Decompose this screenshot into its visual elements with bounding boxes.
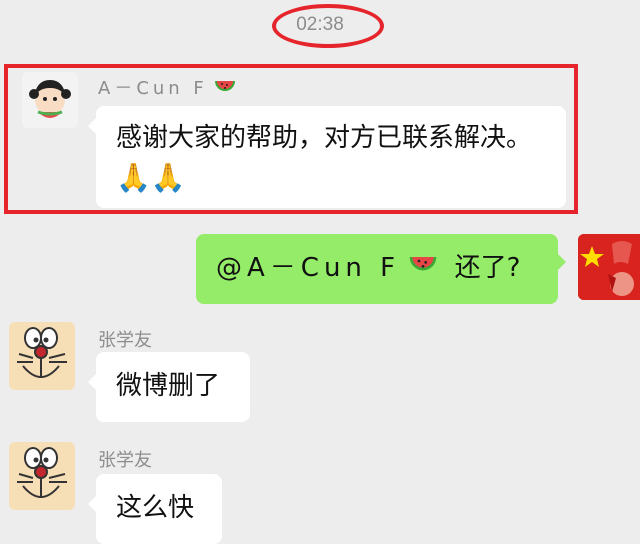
sender-name: 张学友 (98, 330, 152, 351)
message-text: 还了? (454, 253, 521, 283)
mention-text: @A－Cun F (216, 253, 401, 283)
annotation-circle (272, 4, 384, 48)
sender-name: 张学友 (98, 450, 152, 471)
avatar-doraemon[interactable] (9, 322, 75, 390)
message-text: 这么快 (116, 493, 195, 523)
annotation-box (4, 64, 578, 214)
bubble-tail (558, 254, 566, 270)
message-text: 微博删了 (116, 371, 221, 401)
message-bubble[interactable]: 这么快 (96, 474, 222, 544)
outgoing-bubble[interactable]: @A－Cun F 还了? (196, 234, 558, 304)
avatar-doraemon[interactable] (9, 442, 75, 510)
watermelon-icon (408, 249, 438, 289)
bubble-tail (88, 496, 96, 512)
message-bubble[interactable]: 微博删了 (96, 352, 250, 422)
bubble-tail (88, 374, 96, 390)
avatar-china-flag[interactable] (578, 234, 640, 300)
